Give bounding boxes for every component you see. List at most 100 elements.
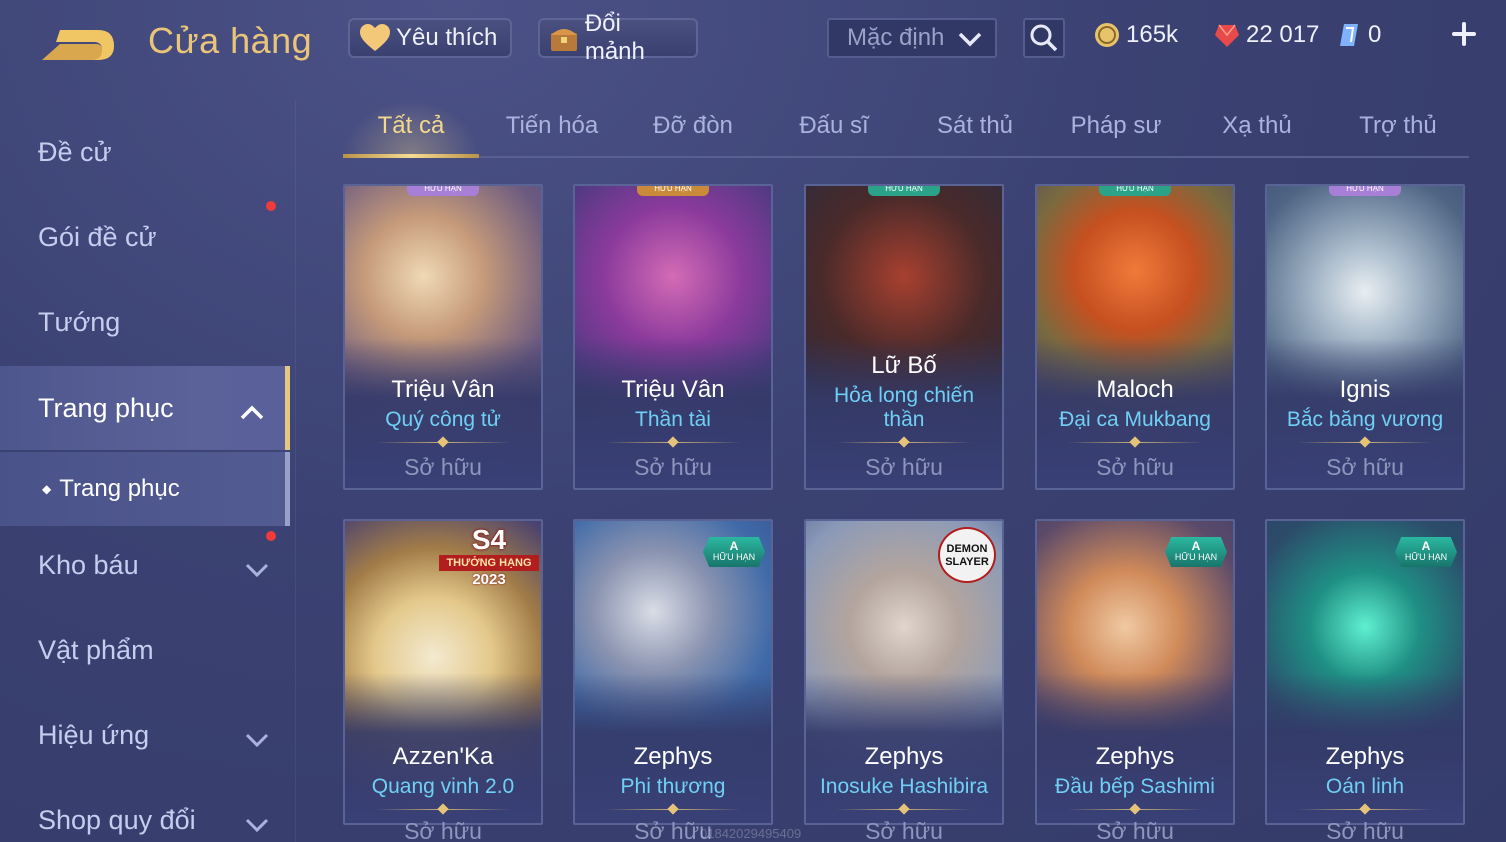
skin-name: Đại ca Mukbang xyxy=(1059,408,1211,431)
sidebar-item-label: Vật phẩm xyxy=(38,634,154,665)
sidebar-item-goi-de-cu[interactable]: Gói đề cử xyxy=(0,197,290,277)
favorites-button[interactable]: Yêu thích xyxy=(348,18,512,58)
watermark: 01842029495409 xyxy=(700,826,802,841)
hero-name: Zephys xyxy=(864,743,944,770)
skin-card[interactable]: HỮU HẠN Maloch Đại ca Mukbang Sở hữu xyxy=(1035,184,1235,490)
skin-name: Thần tài xyxy=(635,408,711,431)
tab-tro-thu[interactable]: Trợ thủ xyxy=(1330,112,1466,140)
skin-name: Quang vinh 2.0 xyxy=(371,775,515,798)
skin-card[interactable]: HỮU HẠN Triệu Vân Thần tài Sở hữu xyxy=(573,184,773,490)
hero-name: Maloch xyxy=(1096,376,1174,403)
chevron-down-icon xyxy=(244,725,270,756)
season-rank-badge: S4 THƯỞNG HẠNG 2023 xyxy=(439,525,539,589)
sort-value: Mặc định xyxy=(847,24,945,51)
gold-value: 165k xyxy=(1126,21,1179,48)
skin-card[interactable]: HỮU HẠN Triệu Vân Quý công tử Sở hữu xyxy=(343,184,543,490)
hero-name: Zephys xyxy=(633,743,713,770)
sidebar-item-label: Gói đề cử xyxy=(38,221,157,252)
skin-grid: HỮU HẠN Triệu Vân Quý công tử Sở hữu HỮU… xyxy=(343,184,1469,842)
sidebar-item-hieu-ung[interactable]: Hiệu ứng xyxy=(0,695,290,775)
limited-tag: HỮU HẠN xyxy=(407,186,479,196)
category-tabs: Tất cả Tiến hóa Đỡ đòn Đấu sĩ Sát thủ Ph… xyxy=(343,100,1469,158)
sort-dropdown[interactable]: Mặc định xyxy=(827,18,997,58)
hero-name: Zephys xyxy=(1095,743,1175,770)
skin-card[interactable]: A HỮU HẠN Zephys Oán linh xyxy=(1265,519,1465,825)
quan-huy-value: 0 xyxy=(1368,21,1382,48)
sidebar-item-label: Đề cử xyxy=(38,136,112,167)
hero-name: Ignis xyxy=(1339,376,1391,403)
skin-card[interactable]: S4 THƯỞNG HẠNG 2023 Azzen'Ka Quang vinh … xyxy=(343,519,543,825)
notification-dot xyxy=(266,201,276,211)
sidebar-item-label: Tướng xyxy=(38,306,121,337)
owned-status: Sở hữu xyxy=(1096,818,1174,842)
sidebar-item-label: Trang phục xyxy=(38,392,174,423)
owned-status: Sở hữu xyxy=(865,818,943,842)
skin-name: Đầu bếp Sashimi xyxy=(1055,775,1215,798)
exchange-button[interactable]: Đổi mảnh xyxy=(538,10,698,65)
exchange-label: Đổi mảnh xyxy=(584,10,645,65)
voucher-currency: 22 017 xyxy=(1214,18,1319,52)
sidebar-item-shop-quy-doi[interactable]: Shop quy đổi xyxy=(0,780,290,842)
season-year: 2023 xyxy=(472,571,506,588)
badge-grade: A xyxy=(1191,539,1201,553)
limited-a-badge: A HỮU HẠN xyxy=(1395,537,1457,567)
favorites-label: Yêu thích xyxy=(396,24,498,51)
owned-status: Sở hữu xyxy=(1326,454,1404,480)
badge-text: HỮU HẠN xyxy=(1174,552,1218,562)
skin-name: Phi thương xyxy=(620,775,726,798)
chevron-down-icon xyxy=(957,28,983,56)
search-button[interactable] xyxy=(1023,18,1065,58)
hero-name: Zephys xyxy=(1325,743,1405,770)
sidebar-item-label: Kho báu xyxy=(38,549,139,580)
tab-dau-si[interactable]: Đấu sĩ xyxy=(766,112,902,140)
tab-tien-hoa[interactable]: Tiến hóa xyxy=(484,112,620,140)
tab-tat-ca[interactable]: Tất cả xyxy=(343,112,479,140)
top-bar: Cửa hàng Yêu thích Đổi mảnh Mặc định 165… xyxy=(0,0,1506,80)
sidebar-item-label: Hiệu ứng xyxy=(38,719,150,750)
tab-sat-thu[interactable]: Sát thủ xyxy=(907,112,1043,140)
search-icon xyxy=(1030,24,1058,52)
skin-card[interactable]: HỮU HẠN Ignis Bắc băng vương Sở hữu xyxy=(1265,184,1465,490)
sidebar: Đề cử Gói đề cử Tướng Trang phục ◆ Trang… xyxy=(0,100,292,842)
skin-name: Hỏa long chiến thần xyxy=(833,384,975,431)
back-button[interactable] xyxy=(36,20,118,66)
badge-grade: A xyxy=(729,539,739,553)
skin-card[interactable]: A HỮU HẠN Zephys Đầu bếp Sashimi xyxy=(1035,519,1235,825)
badge-text: HỮU HẠN xyxy=(1404,552,1448,562)
owned-status: Sở hữu xyxy=(404,454,482,480)
skin-name: Inosuke Hashibira xyxy=(819,775,989,798)
sidebar-item-label: Shop quy đổi xyxy=(38,804,196,835)
limited-tag: HỮU HẠN xyxy=(1099,186,1171,196)
skin-name: Bắc băng vương xyxy=(1286,408,1444,431)
sidebar-item-label: Trang phục xyxy=(59,475,180,502)
voucher-value: 22 017 xyxy=(1246,21,1320,48)
hero-name: Triệu Vân xyxy=(391,376,495,403)
add-currency-button[interactable] xyxy=(1448,18,1480,50)
sidebar-subitem-trang-phuc[interactable]: ◆ Trang phục xyxy=(0,452,290,526)
limited-a-badge: A HỮU HẠN xyxy=(1165,537,1227,567)
gold-currency: 165k xyxy=(1094,18,1178,52)
heart-icon xyxy=(358,23,392,53)
sidebar-item-vat-pham[interactable]: Vật phẩm xyxy=(0,610,290,690)
chevron-down-icon xyxy=(244,810,270,841)
chevron-down-icon xyxy=(244,555,270,586)
tab-do-don[interactable]: Đỡ đòn xyxy=(625,112,761,140)
sidebar-item-trang-phuc[interactable]: Trang phục xyxy=(0,366,290,450)
owned-status: Sở hữu xyxy=(1326,818,1404,842)
skin-card[interactable]: HỮU HẠN Lữ Bố Hỏa long chiến thần Sở hữu xyxy=(804,184,1004,490)
gold-coin-icon xyxy=(1094,22,1120,48)
limited-tag: HỮU HẠN xyxy=(637,186,709,196)
sidebar-divider xyxy=(295,100,296,842)
sidebar-item-de-cu[interactable]: Đề cử xyxy=(0,112,290,192)
sidebar-item-tuong[interactable]: Tướng xyxy=(0,282,290,362)
sidebar-item-kho-bau[interactable]: Kho báu xyxy=(0,525,290,605)
skin-card[interactable]: DEMON SLAYER Zephys Inosuke Hashibira xyxy=(804,519,1004,825)
season-label: S4 xyxy=(471,524,507,555)
tab-phap-su[interactable]: Pháp sư xyxy=(1048,112,1184,140)
skin-name: Quý công tử xyxy=(385,408,501,431)
page-title: Cửa hàng xyxy=(148,20,313,61)
back-arrow-icon xyxy=(42,30,114,60)
owned-status: Sở hữu xyxy=(865,454,943,480)
tab-xa-thu[interactable]: Xạ thủ xyxy=(1189,112,1325,140)
skin-card[interactable]: A HỮU HẠN Zephys Phi thương xyxy=(573,519,773,825)
